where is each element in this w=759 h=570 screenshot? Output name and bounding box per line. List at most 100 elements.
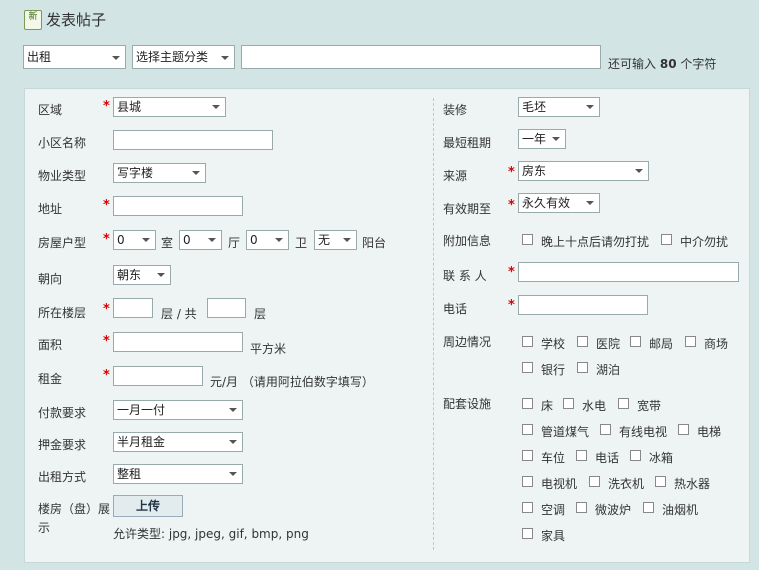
checkbox-label: 邮局 — [649, 337, 674, 351]
area-unit: 平方米 — [250, 342, 287, 356]
rooms-value: 0 — [117, 233, 125, 247]
checkbox-microwave[interactable] — [576, 502, 587, 513]
chevron-down-icon — [343, 238, 351, 242]
decoration-select[interactable]: 毛坯 — [518, 97, 600, 117]
floor-unit: 层 / 共 — [161, 307, 197, 321]
chevron-down-icon — [586, 105, 594, 109]
checkbox-parking[interactable] — [522, 450, 533, 461]
remaining-count: 80 — [659, 57, 677, 71]
checkbox-post-office[interactable] — [630, 336, 641, 347]
checkbox-telephone[interactable] — [576, 450, 587, 461]
district-select[interactable]: 县城 — [113, 97, 226, 117]
required-mark: * — [103, 302, 110, 317]
checkbox-lake[interactable] — [577, 362, 588, 373]
remaining-chars-text: 还可输入 80 个字符 — [608, 55, 716, 72]
deposit-value: 半月租金 — [117, 435, 166, 449]
checkbox-gas[interactable] — [522, 424, 533, 435]
halls-value: 0 — [183, 233, 191, 247]
required-mark: * — [103, 334, 110, 349]
checkbox-water-heater[interactable] — [655, 476, 666, 487]
checkbox-label: 银行 — [541, 363, 566, 377]
checkbox-hospital[interactable] — [577, 336, 588, 347]
deposit-select[interactable]: 半月租金 — [113, 432, 243, 452]
chevron-down-icon — [275, 238, 283, 242]
source-select[interactable]: 房东 — [518, 161, 649, 181]
balcony-unit: 阳台 — [362, 236, 387, 250]
checkbox-furniture[interactable] — [522, 528, 533, 539]
payment-value: 一月一付 — [117, 403, 166, 417]
checkbox-no-agents[interactable] — [661, 234, 672, 245]
checkbox-utilities[interactable] — [563, 398, 574, 409]
checkbox-label: 电话 — [595, 451, 620, 465]
checkbox-broadband[interactable] — [618, 398, 629, 409]
post-type-select[interactable]: 出租 — [23, 45, 126, 69]
district-label: 区域 — [38, 103, 63, 117]
baths-value: 0 — [250, 233, 258, 247]
checkbox-cable-tv[interactable] — [600, 424, 611, 435]
rent-mode-label: 出租方式 — [38, 470, 87, 484]
rent-mode-value: 整租 — [117, 467, 142, 481]
balcony-select[interactable]: 无 — [314, 230, 357, 250]
floor-input[interactable] — [113, 298, 153, 318]
property-type-select[interactable]: 写字楼 — [113, 163, 206, 183]
surroundings-label: 周边情况 — [443, 335, 492, 349]
payment-select[interactable]: 一月一付 — [113, 400, 243, 420]
checkbox-label: 洗衣机 — [608, 477, 645, 491]
rent-input[interactable] — [113, 366, 203, 386]
baths-select[interactable]: 0 — [246, 230, 289, 250]
checkbox-school[interactable] — [522, 336, 533, 347]
checkbox-label: 中介勿扰 — [680, 235, 729, 249]
validity-select[interactable]: 永久有效 — [518, 193, 600, 213]
checkbox-bank[interactable] — [522, 362, 533, 373]
contact-input[interactable] — [518, 262, 739, 282]
checkbox-mall[interactable] — [685, 336, 696, 347]
required-mark: * — [508, 165, 515, 180]
required-mark: * — [103, 198, 110, 213]
checkbox-label: 有线电视 — [619, 425, 668, 439]
chevron-down-icon — [229, 408, 237, 412]
checkbox-fridge[interactable] — [630, 450, 641, 461]
balcony-value: 无 — [318, 233, 331, 247]
total-floors-input[interactable] — [207, 298, 246, 318]
area-input[interactable] — [113, 332, 243, 352]
checkbox-label: 学校 — [541, 337, 566, 351]
required-mark: * — [103, 368, 110, 383]
halls-unit: 厅 — [228, 236, 241, 250]
chevron-down-icon — [192, 171, 200, 175]
phone-input[interactable] — [518, 295, 648, 315]
checkbox-elevator[interactable] — [678, 424, 689, 435]
checkbox-label: 水电 — [582, 399, 607, 413]
checkbox-label: 床 — [541, 399, 554, 413]
topic-category-select[interactable]: 选择主题分类 — [132, 45, 235, 69]
decoration-value: 毛坯 — [522, 100, 547, 114]
checkbox-range-hood[interactable] — [643, 502, 654, 513]
orientation-select[interactable]: 朝东 — [113, 265, 171, 285]
rooms-select[interactable]: 0 — [113, 230, 156, 250]
checkbox-bed[interactable] — [522, 398, 533, 409]
payment-label: 付款要求 — [38, 406, 87, 420]
rent-mode-select[interactable]: 整租 — [113, 464, 243, 484]
checkbox-washer[interactable] — [589, 476, 600, 487]
checkbox-tv[interactable] — [522, 476, 533, 487]
community-input[interactable] — [113, 130, 273, 150]
min-term-label: 最短租期 — [443, 136, 492, 150]
address-input[interactable] — [113, 196, 243, 216]
gallery-label-line2: 示 — [38, 521, 51, 535]
source-value: 房东 — [522, 164, 547, 178]
remaining-suffix: 个字符 — [680, 57, 717, 71]
checkbox-ac[interactable] — [522, 502, 533, 513]
checkbox-no-late-calls[interactable] — [522, 234, 533, 245]
checkbox-label: 微波炉 — [595, 503, 632, 517]
post-type-value: 出租 — [27, 50, 52, 64]
min-term-select[interactable]: 一年 — [518, 129, 566, 149]
checkbox-label: 热水器 — [674, 477, 711, 491]
halls-select[interactable]: 0 — [179, 230, 222, 250]
new-post-icon: 新 — [24, 9, 42, 30]
chevron-down-icon — [157, 273, 165, 277]
facilities-label: 配套设施 — [443, 397, 492, 411]
subject-input[interactable] — [241, 45, 601, 69]
upload-button[interactable]: 上传 — [113, 495, 183, 517]
remaining-prefix: 还可输入 — [608, 57, 657, 71]
layout-label: 房屋户型 — [38, 236, 87, 250]
checkbox-label: 油烟机 — [662, 503, 699, 517]
